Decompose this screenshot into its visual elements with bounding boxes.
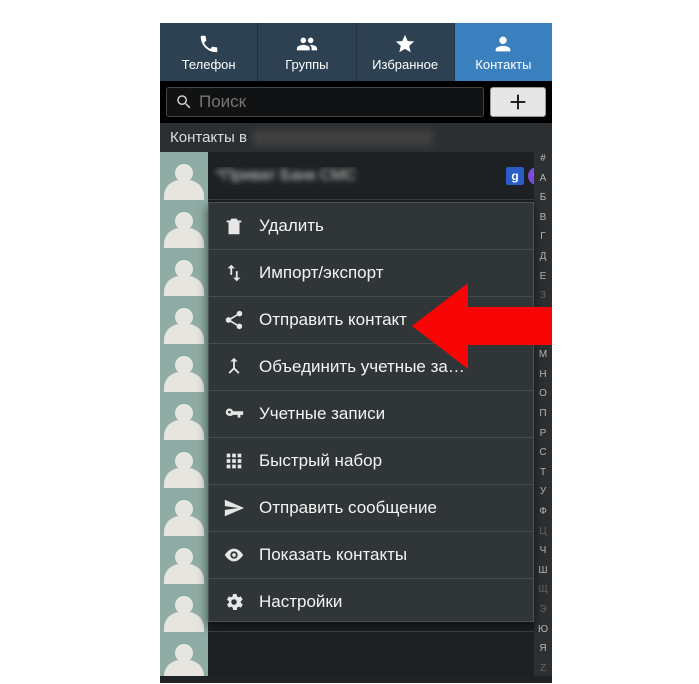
star-icon	[394, 33, 416, 55]
index-letter[interactable]: У	[534, 486, 552, 498]
index-letter[interactable]: Т	[534, 467, 552, 479]
index-letter[interactable]: А	[534, 173, 552, 185]
index-letter[interactable]: Е	[534, 271, 552, 283]
tab-contacts-label: Контакты	[475, 57, 531, 72]
contact-name: *Приват Банк СМС	[208, 167, 506, 185]
menu-item-import-export[interactable]: Импорт/экспорт	[209, 250, 533, 297]
tab-phone[interactable]: Телефон	[160, 23, 258, 81]
phone-icon	[198, 33, 220, 55]
groups-icon	[296, 33, 318, 55]
index-letter[interactable]: Н	[534, 369, 552, 381]
index-letter[interactable]: З	[534, 290, 552, 302]
index-letter[interactable]: Р	[534, 428, 552, 440]
index-letter[interactable]: Z	[534, 663, 552, 675]
index-letter[interactable]: Б	[534, 192, 552, 204]
section-header: Контакты в	[160, 123, 552, 152]
tab-favorites-label: Избранное	[372, 57, 438, 72]
menu-item-accounts[interactable]: Учетные записи	[209, 391, 533, 438]
list-item[interactable]	[160, 632, 552, 676]
menu-item-send-message[interactable]: Отправить сообщение	[209, 485, 533, 532]
menu-item-label: Настройки	[259, 592, 342, 612]
trash-icon	[223, 215, 245, 237]
key-icon	[223, 403, 245, 425]
search-icon	[175, 93, 193, 111]
tab-phone-label: Телефон	[182, 57, 236, 72]
menu-item-label: Импорт/экспорт	[259, 263, 384, 283]
phone-frame: Телефон Группы Избранное Контакты Контак…	[160, 23, 552, 683]
index-letter[interactable]: Э	[534, 604, 552, 616]
contact-row[interactable]: *Приват Банк СМС g	[160, 152, 552, 200]
index-letter[interactable]: П	[534, 408, 552, 420]
index-letter[interactable]: О	[534, 388, 552, 400]
index-letter[interactable]: С	[534, 447, 552, 459]
avatar	[160, 392, 208, 440]
merge-icon	[223, 356, 245, 378]
send-icon	[223, 497, 245, 519]
avatar	[160, 632, 208, 677]
menu-item-send-contact[interactable]: Отправить контакт	[209, 297, 533, 344]
menu-item-label: Отправить сообщение	[259, 498, 437, 518]
index-letter[interactable]: Ч	[534, 545, 552, 557]
plus-icon	[507, 91, 529, 113]
menu-item-label: Объединить учетные за…	[259, 357, 465, 377]
index-letter[interactable]: К	[534, 310, 552, 322]
index-letter[interactable]: Л	[534, 329, 552, 341]
index-letter[interactable]: М	[534, 349, 552, 361]
avatar	[160, 488, 208, 536]
avatar	[160, 200, 208, 248]
index-letter[interactable]: Я	[534, 643, 552, 655]
menu-item-merge-accounts[interactable]: Объединить учетные за…	[209, 344, 533, 391]
menu-item-show-contacts[interactable]: Показать контакты	[209, 532, 533, 579]
avatar	[160, 152, 208, 200]
person-icon	[492, 33, 514, 55]
tab-groups[interactable]: Группы	[258, 23, 356, 81]
avatar	[160, 536, 208, 584]
menu-item-label: Удалить	[259, 216, 324, 236]
search-row	[160, 81, 552, 123]
index-letter[interactable]: Ц	[534, 526, 552, 538]
avatar	[160, 584, 208, 632]
menu-item-label: Быстрый набор	[259, 451, 382, 471]
tab-contacts[interactable]: Контакты	[455, 23, 552, 81]
index-letter[interactable]: Ф	[534, 506, 552, 518]
index-letter[interactable]: #	[534, 153, 552, 165]
contact-list-area: *Приват Банк СМС g # АБВГДЕЗКЛМНОПРСТУФЦЧ…	[160, 152, 552, 676]
avatar	[160, 440, 208, 488]
import-export-icon	[223, 262, 245, 284]
add-contact-button[interactable]	[490, 87, 546, 117]
index-letter[interactable]: Щ	[534, 584, 552, 596]
context-menu: Удалить Импорт/экспорт Отправить контакт…	[208, 202, 534, 622]
index-letter[interactable]: Ш	[534, 565, 552, 577]
top-tabs: Телефон Группы Избранное Контакты	[160, 23, 552, 81]
tab-favorites[interactable]: Избранное	[357, 23, 455, 81]
share-icon	[223, 309, 245, 331]
section-header-prefix: Контакты в	[170, 129, 247, 146]
index-letter[interactable]: В	[534, 212, 552, 224]
avatar	[160, 248, 208, 296]
menu-item-delete[interactable]: Удалить	[209, 203, 533, 250]
menu-item-settings[interactable]: Настройки	[209, 579, 533, 621]
section-header-account-blurred	[253, 130, 433, 146]
search-box[interactable]	[166, 87, 484, 117]
menu-item-label: Показать контакты	[259, 545, 407, 565]
tab-groups-label: Группы	[285, 57, 328, 72]
dialpad-icon	[223, 450, 245, 472]
menu-item-speed-dial[interactable]: Быстрый набор	[209, 438, 533, 485]
avatar	[160, 344, 208, 392]
avatar	[160, 296, 208, 344]
eye-icon	[223, 544, 245, 566]
alpha-index-rail[interactable]: # АБВГДЕЗКЛМНОПРСТУФЦЧШЩЭЮЯZ	[534, 152, 552, 676]
menu-item-label: Отправить контакт	[259, 310, 407, 330]
index-letter[interactable]: Ю	[534, 624, 552, 636]
gear-icon	[223, 591, 245, 613]
index-letter[interactable]: Д	[534, 251, 552, 263]
search-input[interactable]	[199, 92, 475, 112]
google-badge-icon: g	[506, 167, 524, 185]
index-letter[interactable]: Г	[534, 231, 552, 243]
menu-item-label: Учетные записи	[259, 404, 385, 424]
